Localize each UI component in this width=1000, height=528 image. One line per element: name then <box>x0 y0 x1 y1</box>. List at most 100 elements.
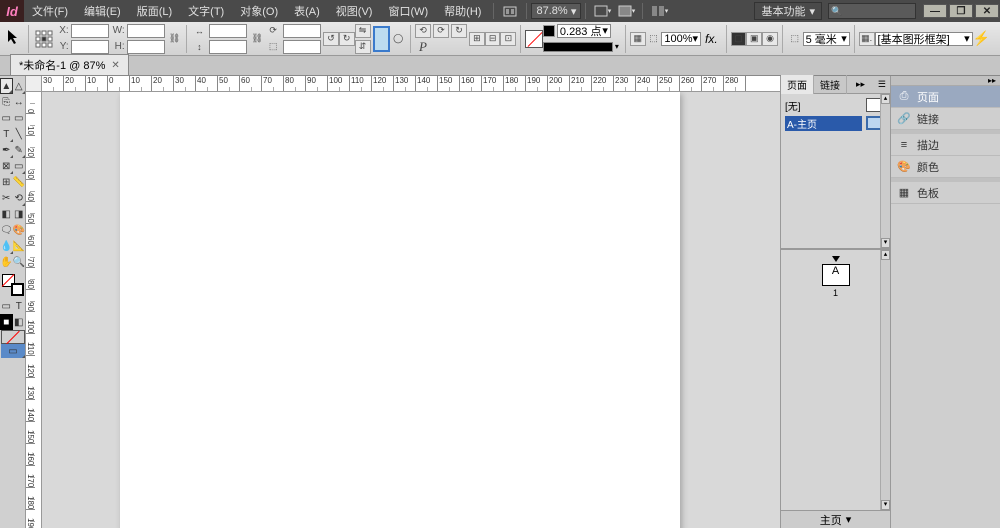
apply-none-icon[interactable] <box>1 330 25 344</box>
selection-mode-icon[interactable] <box>4 25 24 53</box>
measure-tool[interactable]: 📏 <box>13 174 26 190</box>
menu-file[interactable]: 文件(F) <box>24 0 76 22</box>
document-tab[interactable]: *未命名-1 @ 87% ✕ <box>10 54 129 75</box>
master-a-row[interactable]: A-主页 <box>783 114 888 132</box>
master-none-row[interactable]: [无] <box>783 96 888 114</box>
zoom-tool[interactable]: 🔍 <box>13 254 26 270</box>
x-input[interactable] <box>71 24 109 38</box>
selection-tool[interactable]: ▲ <box>0 78 13 94</box>
y-input[interactable] <box>71 40 109 54</box>
container-select-icon[interactable] <box>373 26 391 52</box>
menu-text[interactable]: 文字(T) <box>180 0 232 22</box>
horizontal-ruler[interactable]: 3020100102030405060708090100110120130140… <box>26 76 780 92</box>
vertical-ruler[interactable]: 0102030405060708090100110120130140150160… <box>26 92 42 528</box>
table-tool[interactable]: ⊞ <box>0 174 13 190</box>
text-wrap-none-icon[interactable]: ▢ <box>731 32 747 46</box>
opacity-input[interactable]: 100%▾ <box>661 32 701 46</box>
dock-links[interactable]: 🔗链接 <box>891 108 1000 130</box>
dock-stroke[interactable]: ≡描边 <box>891 134 1000 156</box>
rotate-input[interactable] <box>283 24 321 38</box>
flip-h-icon[interactable]: ⇋ <box>355 24 371 38</box>
constrain-wh-icon[interactable]: ⛓ <box>167 32 183 46</box>
content-select-icon[interactable]: ◯ <box>390 32 406 46</box>
minimize-button[interactable]: — <box>923 4 947 18</box>
text-wrap-shape-icon[interactable]: ◉ <box>762 32 778 46</box>
fx-icon[interactable]: fx. <box>705 32 718 46</box>
content-collector-tool[interactable]: ▭ <box>0 110 13 126</box>
view-mode-icon[interactable]: ▭ <box>1 344 25 358</box>
search-input[interactable]: 🔍 <box>828 3 916 19</box>
apply-gradient-icon[interactable]: ◧ <box>13 314 26 330</box>
scale-y-input[interactable] <box>209 40 247 54</box>
arrange-icon[interactable]: ▾ <box>649 2 669 20</box>
pencil-tool[interactable]: ✎ <box>13 142 26 158</box>
footer-dropdown-icon[interactable]: ▾ <box>846 513 852 526</box>
shear-input[interactable] <box>283 40 321 54</box>
zoom-level[interactable]: 87.8%▾ <box>531 3 581 19</box>
panel-menu-icon[interactable]: ☰ <box>874 79 890 90</box>
h-input[interactable] <box>127 40 165 54</box>
corner-icon[interactable]: ⬚ <box>787 32 803 46</box>
menu-window[interactable]: 窗口(W) <box>380 0 436 22</box>
scale-x-input[interactable] <box>209 24 247 38</box>
constrain-scale-icon[interactable]: ⛓ <box>249 32 265 46</box>
stroke-swatch-icon[interactable] <box>543 25 555 37</box>
dock-swatches[interactable]: ▦色板 <box>891 182 1000 204</box>
stroke-style-dropdown[interactable] <box>543 42 613 52</box>
measure-tool-2[interactable]: 📐 <box>13 238 26 254</box>
text-wrap-bound-icon[interactable]: ▣ <box>746 32 762 46</box>
rotate-cw-icon[interactable]: ↻ <box>339 32 355 46</box>
rectangle-tool[interactable]: ▭ <box>13 158 26 174</box>
note-tool[interactable]: 🗨 <box>0 222 13 238</box>
page-spread[interactable] <box>120 92 680 528</box>
rotate-ccw-icon[interactable]: ↺ <box>323 32 339 46</box>
workspace-switcher[interactable]: 基本功能 ▾ <box>754 2 822 20</box>
dock-pages[interactable]: ⎙页面 <box>891 86 1000 108</box>
quick-apply-icon[interactable]: ⚡ <box>973 30 990 47</box>
reference-point-icon[interactable] <box>33 28 55 50</box>
hand-tool[interactable]: ✋ <box>0 254 13 270</box>
gap-tool[interactable]: ↔ <box>13 94 26 110</box>
flip-v-icon[interactable]: ⇵ <box>355 40 371 54</box>
page-tool[interactable]: ⎘ <box>0 94 13 110</box>
type-tool[interactable]: T <box>0 126 13 142</box>
object-style-icon[interactable]: ▦. <box>859 32 875 46</box>
formatting-container-icon[interactable]: ▭ <box>0 298 13 314</box>
page-thumb-1[interactable]: A <box>822 264 850 286</box>
pages-tab[interactable]: 页面 <box>781 75 814 94</box>
menu-view[interactable]: 视图(V) <box>328 0 381 22</box>
stroke-weight-input[interactable]: 0.283 点▾ <box>557 24 611 38</box>
close-button[interactable]: ✕ <box>975 4 999 18</box>
close-tab-icon[interactable]: ✕ <box>111 60 119 71</box>
paragraph-icon[interactable]: P <box>415 40 431 54</box>
flip-rotate-3-icon[interactable]: ↻ <box>451 24 467 38</box>
canvas[interactable] <box>42 92 780 528</box>
w-input[interactable] <box>127 24 165 38</box>
fill-stroke-swatches[interactable] <box>2 274 22 294</box>
fill-swatch-icon[interactable] <box>525 30 543 48</box>
master-scrollbar[interactable]: ▴▾ <box>880 94 890 248</box>
menu-table[interactable]: 表(A) <box>286 0 328 22</box>
free-transform-tool[interactable]: ⟲ <box>13 190 26 206</box>
scissors-tool[interactable]: ✂ <box>0 190 13 206</box>
effects-icon[interactable]: ▦ <box>630 32 646 46</box>
ruler-origin-icon[interactable] <box>26 76 42 92</box>
line-tool[interactable]: ╲ <box>13 126 26 142</box>
flip-rotate-1-icon[interactable]: ⟲ <box>415 24 431 38</box>
maximize-button[interactable]: ❐ <box>949 4 973 18</box>
menu-object[interactable]: 对象(O) <box>232 0 286 22</box>
gradient-swatch-tool[interactable]: ◧ <box>0 206 13 222</box>
fit-content-icon[interactable]: ⊞ <box>469 32 485 46</box>
direct-selection-tool[interactable]: △ <box>13 78 25 94</box>
dock-color[interactable]: 🎨颜色 <box>891 156 1000 178</box>
links-tab[interactable]: 链接 <box>814 75 847 94</box>
menu-edit[interactable]: 编辑(E) <box>76 0 129 22</box>
apply-color-icon[interactable]: ■ <box>0 314 13 330</box>
menu-help[interactable]: 帮助(H) <box>436 0 489 22</box>
pen-tool[interactable]: ✒ <box>0 142 13 158</box>
eyedropper-tool[interactable]: 💧 <box>0 238 13 254</box>
view-options-icon[interactable]: ▾ <box>592 2 612 20</box>
rectangle-frame-tool[interactable]: ⊠ <box>0 158 13 174</box>
formatting-text-icon[interactable]: T <box>13 298 26 314</box>
dock-collapse-icon[interactable]: ▸▸ <box>891 76 1000 86</box>
